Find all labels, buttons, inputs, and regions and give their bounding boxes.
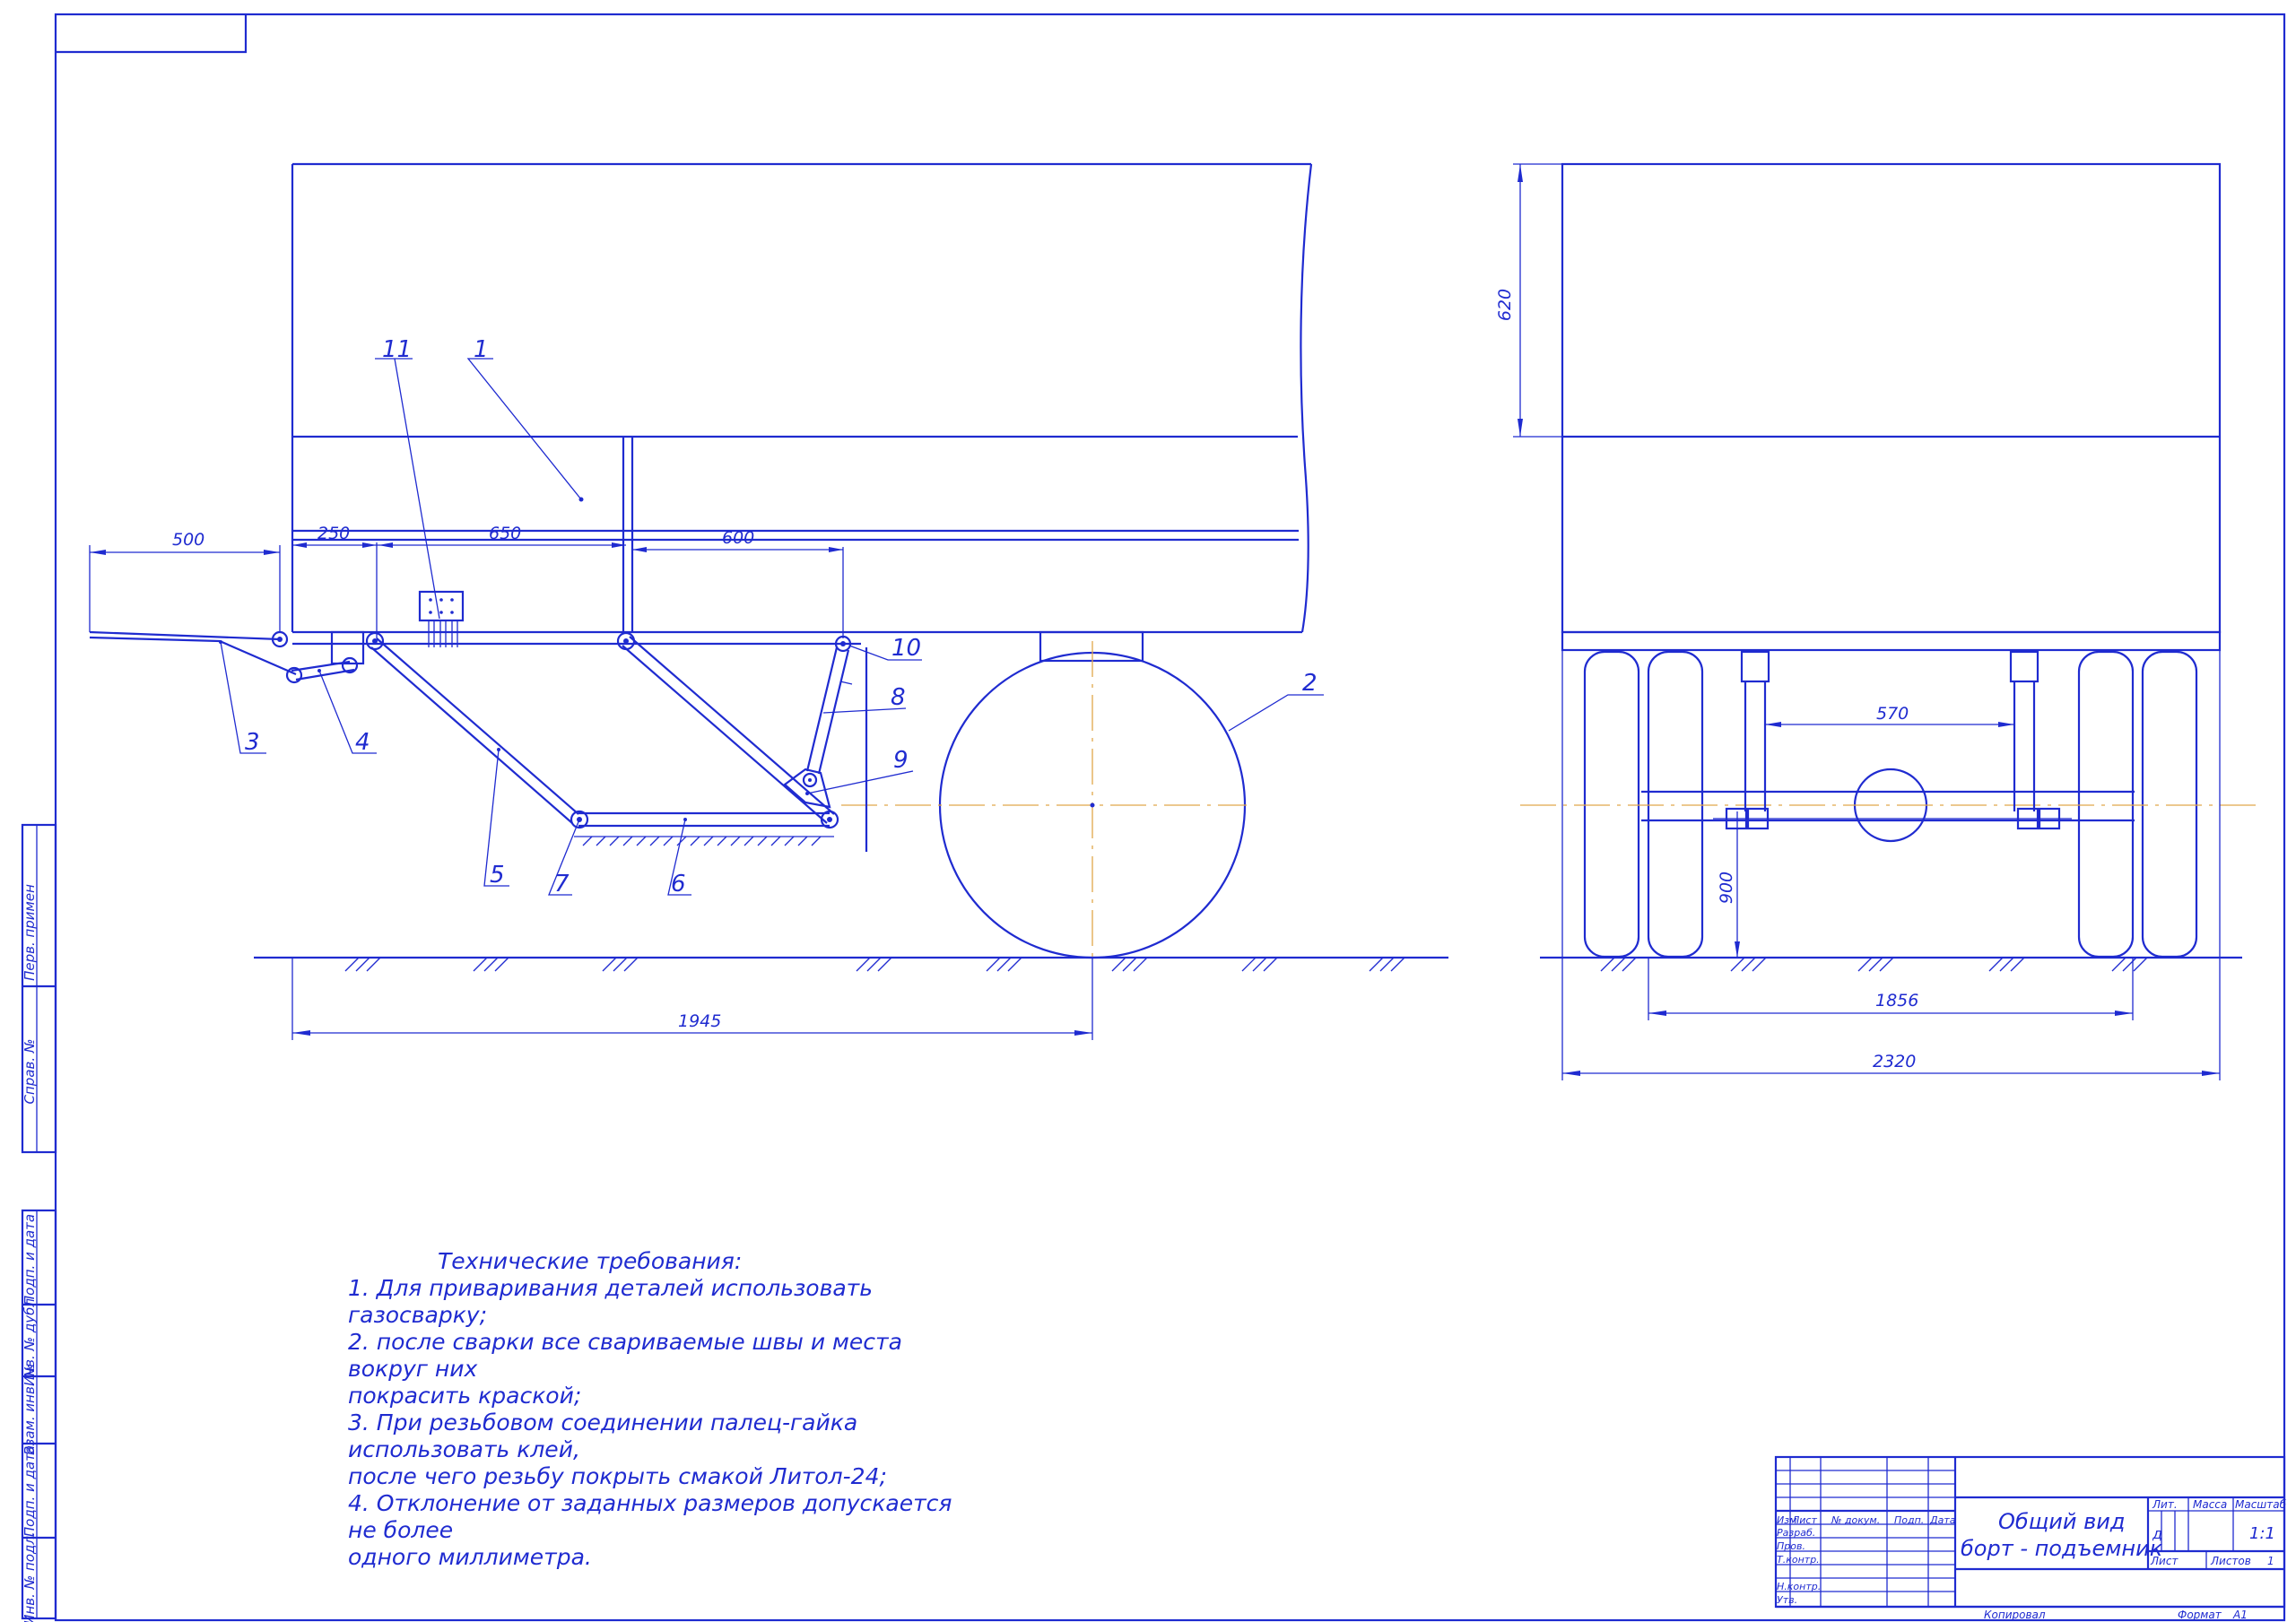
technical-drawing: Перв. примен Справ. № Подп. и дата Инв. …	[21, 13, 2287, 1622]
dim-1856: 1856	[1875, 991, 1918, 1010]
side-stamp-block: Перв. примен Справ. № Подп. и дата Инв. …	[21, 823, 57, 1622]
leader-6: 6	[671, 871, 686, 898]
tb-scale-value: 1:1	[2249, 1524, 2275, 1543]
leader-7: 7	[554, 871, 570, 898]
tb-lit: Лит.	[2152, 1498, 2178, 1511]
rear-view: 620 570 900 1856 2320	[1495, 162, 2260, 1080]
dim-500: 500	[172, 530, 204, 550]
notes-line: 1. Для приваривания деталей использовать…	[348, 1275, 873, 1328]
stamp-inv-podl: Инв. № подл.	[22, 1531, 38, 1622]
dim-650: 650	[489, 524, 521, 543]
rear-wheels	[1583, 650, 2198, 958]
dim-620: 620	[1495, 289, 1515, 321]
dims-right	[1513, 163, 2221, 1080]
tb-lit-value: д	[2152, 1525, 2162, 1542]
stamp-podp-2: Подп. и дата	[22, 1445, 38, 1537]
bottom-link-6	[570, 810, 839, 846]
leader-8: 8	[891, 684, 906, 711]
leader-2: 2	[1302, 670, 1318, 697]
tb-title-line1: Общий вид	[1998, 1509, 2125, 1534]
ground-line-left	[254, 956, 1448, 972]
leader-10: 10	[891, 635, 921, 662]
tb-massa: Масса	[2193, 1498, 2227, 1511]
dim-1945: 1945	[678, 1011, 721, 1031]
leader-1: 1	[474, 336, 489, 363]
leader-11: 11	[382, 336, 412, 363]
stamp-perv: Перв. примен	[22, 884, 38, 981]
stamp-sprav: Справ. №	[22, 1039, 38, 1105]
stamp-podp-1: Подп. и дата	[22, 1214, 38, 1305]
tb-col-list: Лист	[1791, 1514, 1817, 1526]
lift-platform	[89, 630, 297, 676]
tb-col-date: Дата	[1929, 1514, 1956, 1526]
dim-2320: 2320	[1873, 1052, 1916, 1071]
lever-link	[285, 630, 365, 684]
truck-body	[291, 162, 1313, 634]
dim-250: 250	[317, 524, 350, 543]
leader-4: 4	[355, 729, 370, 756]
notes-line: после чего резьбу покрыть смакой Литол-2…	[348, 1463, 887, 1489]
leader-lines	[220, 358, 1324, 896]
stamp-vzam: Взам. инв. №	[22, 1364, 38, 1455]
side-view: 500 250 650 600 1945 1 11 2 3 4 5 7 6 8 …	[89, 162, 1448, 1040]
tb-row-prov: Пров.	[1777, 1540, 1805, 1552]
leader-5: 5	[490, 862, 505, 889]
tb-col-podp: Подп.	[1894, 1514, 1924, 1526]
title-block: Изм Лист № докум. Подп. Дата Разраб. Про…	[1774, 1455, 2287, 1621]
tb-sheets-value: 1	[2267, 1555, 2274, 1567]
dim-600: 600	[722, 528, 754, 548]
leader-9: 9	[893, 747, 909, 774]
notes-line: 3. При резьбовом соединении палец-гайка …	[348, 1409, 858, 1462]
rear-wheel	[841, 630, 1247, 964]
notes-title: Технические требования:	[438, 1248, 743, 1274]
tb-title-line2: борт - подъемник	[1961, 1536, 2163, 1561]
tb-row-razrab: Разраб.	[1777, 1527, 1815, 1539]
technical-requirements: Технические требования: 1. Для приварива…	[348, 1248, 976, 1571]
arm-upper	[616, 631, 835, 824]
tb-sheets: Листов	[2210, 1555, 2251, 1567]
tb-col-doc: № докум.	[1831, 1514, 1880, 1526]
notes-line: одного миллиметра.	[348, 1544, 592, 1570]
dims-left	[89, 542, 1093, 1040]
notes-line: покрасить краской;	[348, 1383, 582, 1409]
hydraulic-cylinder-8	[783, 635, 853, 809]
notes-line: 4. Отклонение от заданных размеров допус…	[348, 1490, 952, 1543]
dim-570: 570	[1876, 704, 1909, 724]
tb-kopiroval: Копировал	[1984, 1609, 2046, 1621]
dim-900: 900	[1717, 872, 1736, 904]
tb-row-utv: Утв.	[1777, 1594, 1797, 1606]
leader-3: 3	[245, 729, 260, 756]
tb-row-tkontr: Т.контр.	[1777, 1554, 1820, 1566]
tb-format-value: А1	[2232, 1609, 2248, 1621]
axle	[1520, 650, 2260, 843]
notes-line: 2. после сварки все свариваемые швы и ме…	[348, 1329, 902, 1382]
tb-masshtab: Масштаб	[2235, 1498, 2287, 1511]
tb-format: Формат	[2178, 1609, 2222, 1621]
tb-sheet: Лист	[2150, 1555, 2179, 1567]
bracket-11	[418, 590, 465, 647]
ground-line-right	[1540, 956, 2242, 972]
tb-row-nkontr: Н.контр.	[1777, 1581, 1821, 1592]
arm-5	[365, 631, 579, 824]
